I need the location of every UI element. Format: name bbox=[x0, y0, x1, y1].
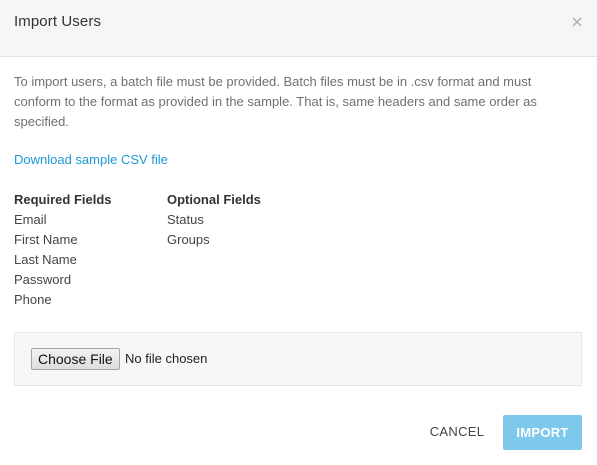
required-field-item: Phone bbox=[14, 292, 52, 307]
file-status-text: No file chosen bbox=[125, 351, 208, 366]
optional-field-item: Status bbox=[167, 212, 204, 227]
file-upload-panel: Choose File No file chosen bbox=[14, 332, 582, 386]
required-field-item: First Name bbox=[14, 232, 78, 247]
close-icon bbox=[569, 14, 585, 30]
required-fields-heading: Required Fields bbox=[14, 192, 112, 207]
cancel-button[interactable]: CANCEL bbox=[418, 414, 496, 450]
dialog-title: Import Users bbox=[14, 13, 102, 30]
fields-section: Required Fields Email First Name Last Na… bbox=[14, 190, 582, 310]
dialog-body: To import users, a batch file must be pr… bbox=[14, 72, 582, 310]
close-button[interactable] bbox=[569, 14, 585, 30]
optional-field-item: Groups bbox=[167, 232, 210, 247]
required-field-item: Email bbox=[14, 212, 47, 227]
required-fields-column: Required Fields Email First Name Last Na… bbox=[14, 190, 112, 310]
import-button[interactable]: IMPORT bbox=[503, 415, 582, 450]
required-field-item: Password bbox=[14, 272, 72, 287]
choose-file-button[interactable]: Choose File bbox=[31, 348, 120, 370]
download-sample-csv-link[interactable]: Download sample CSV file bbox=[14, 152, 168, 167]
import-description: To import users, a batch file must be pr… bbox=[14, 74, 537, 129]
optional-fields-heading: Optional Fields bbox=[167, 192, 261, 207]
required-field-item: Last Name bbox=[14, 252, 77, 267]
dialog-header: Import Users bbox=[0, 0, 597, 57]
import-users-dialog: Import Users To import users, a batch fi… bbox=[0, 0, 597, 465]
optional-fields-column: Optional Fields Status Groups bbox=[167, 190, 261, 250]
